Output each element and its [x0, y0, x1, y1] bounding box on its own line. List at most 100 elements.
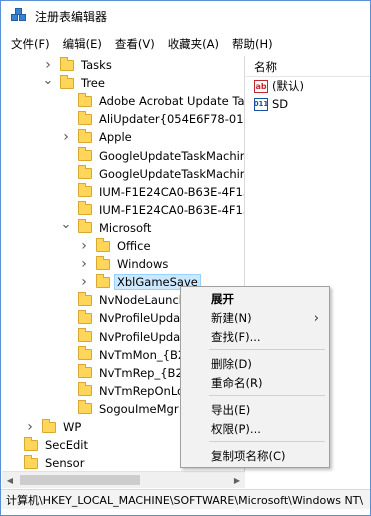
context-menu-item-label: 删除(D) — [211, 357, 252, 371]
context-menu-item[interactable]: 查找(F)... — [181, 328, 329, 346]
chevron-right-icon[interactable]: › — [60, 129, 72, 145]
tree-node[interactable]: NvProfileUpdater — [60, 328, 199, 346]
chevron-down-icon[interactable]: ⌄ — [60, 217, 72, 232]
context-menu-item-label: 展开 — [211, 292, 234, 306]
chevron-right-icon[interactable]: › — [24, 419, 36, 435]
registry-editor-icon — [11, 8, 27, 24]
folder-icon — [78, 110, 92, 125]
status-bar: 计算机\HKEY_LOCAL_MACHINE\SOFTWARE\Microsof… — [1, 489, 370, 509]
tree-node[interactable]: › Tasks — [42, 56, 114, 74]
context-menu-item-label: 查找(F)... — [211, 330, 261, 344]
context-menu: 展开新建(N) › 查找(F)... 删除(D) 重命名(R) 导出(E) 权限(P)...… — [180, 286, 330, 468]
tree-node[interactable]: ⌄ Tree — [42, 73, 107, 92]
folder-icon — [60, 56, 74, 71]
menu-help[interactable]: 帮助(H) — [232, 36, 273, 52]
context-menu-item[interactable]: 权限(P)... — [181, 420, 329, 438]
folder-icon — [78, 128, 92, 143]
menu-view[interactable]: 查看(V) — [115, 36, 155, 52]
folder-icon — [42, 418, 56, 433]
chevron-right-icon[interactable]: › — [78, 274, 90, 290]
tree-node[interactable]: › Office — [78, 237, 153, 255]
tree-node-label: WP — [63, 420, 82, 434]
value-name: SD — [272, 97, 289, 111]
title-bar: 注册表编辑器 — [1, 1, 370, 31]
folder-icon — [96, 273, 110, 288]
tree-node[interactable]: › Windows — [78, 255, 170, 273]
binary-value-icon: 011 — [254, 97, 268, 111]
context-menu-item[interactable]: 导出(E) — [181, 401, 329, 419]
context-menu-item[interactable]: 删除(D) — [181, 355, 329, 373]
tree-node[interactable]: SecEdit — [6, 436, 90, 454]
scroll-left-icon[interactable]: ◀ — [2, 472, 18, 488]
tree-node[interactable]: Adobe Acrobat Update Ta — [60, 92, 245, 110]
context-menu-item[interactable]: 复制项名称(C) — [181, 447, 329, 465]
folder-icon — [78, 147, 92, 161]
menu-edit[interactable]: 编辑(E) — [63, 36, 102, 52]
tree-node[interactable]: Sensor — [6, 454, 86, 472]
tree-node[interactable]: SogouImeMgr — [60, 400, 181, 418]
tree-node-label: Windows — [117, 257, 169, 272]
tree-node[interactable]: NvProfileUpdater — [60, 309, 199, 327]
chevron-down-icon[interactable]: ⌄ — [42, 73, 54, 88]
string-value-icon: ab — [254, 79, 268, 93]
tree-node[interactable]: IUM-F1E24CA0-B63E-4F13 — [60, 201, 245, 219]
folder-icon — [78, 165, 92, 180]
chevron-right-icon[interactable]: › — [78, 256, 90, 272]
tree-node-label: Microsoft — [99, 220, 152, 235]
menu-separator — [209, 349, 325, 350]
tree-node[interactable]: ⌄ Microsoft — [60, 217, 153, 237]
tree-node-label: Tree — [81, 76, 105, 91]
context-menu-item[interactable]: 重命名(R) — [181, 374, 329, 392]
value-row[interactable]: ab (默认) — [254, 78, 304, 94]
tree-node[interactable]: GoogleUpdateTaskMachin — [60, 165, 244, 183]
tree-node[interactable]: AliUpdater{054E6F78-011C — [60, 110, 245, 128]
tree-node-label: IUM-F1E24CA0-B63E-4F13 — [99, 202, 245, 217]
folder-icon — [78, 346, 92, 361]
context-menu-item-label: 复制项名称(C) — [211, 449, 286, 463]
tree-node[interactable]: NvNodeLauncher — [60, 291, 200, 309]
context-menu-item[interactable]: 新建(N) › — [181, 309, 329, 327]
tree-node-label: Adobe Acrobat Update Ta — [99, 94, 245, 109]
tree-node-label: SecEdit — [45, 438, 88, 453]
folder-icon — [78, 183, 92, 198]
tree-node[interactable]: › WP — [24, 418, 83, 436]
tree-node[interactable]: GoogleUpdateTaskMachin — [60, 147, 245, 165]
menu-favorites[interactable]: 收藏夹(A) — [168, 36, 219, 52]
value-name: (默认) — [272, 79, 304, 93]
context-menu-item[interactable]: 展开 — [181, 290, 329, 308]
menu-file[interactable]: 文件(F) — [11, 36, 50, 52]
folder-icon — [60, 74, 74, 89]
tree-node[interactable]: IUM-F1E24CA0-B63E-4F13 — [60, 183, 244, 201]
tree-horizontal-scrollbar[interactable]: ◀ ▶ — [2, 471, 245, 488]
folder-icon — [78, 291, 92, 306]
chevron-right-icon[interactable]: › — [42, 57, 54, 73]
tree-node-label: AliUpdater{054E6F78-011C — [99, 112, 245, 127]
context-menu-item-label: 新建(N) — [211, 311, 252, 325]
tree-node[interactable]: › Apple — [60, 128, 134, 146]
folder-icon — [78, 219, 92, 234]
value-row[interactable]: 011 SD — [254, 96, 288, 112]
folder-icon — [96, 255, 110, 270]
scroll-right-icon[interactable]: ▶ — [229, 472, 245, 488]
column-header-name[interactable]: 名称 — [254, 59, 277, 75]
menu-separator — [209, 441, 325, 442]
folder-icon — [78, 382, 92, 397]
folder-icon — [78, 309, 92, 324]
menu-bar: 文件(F) 编辑(E) 查看(V) 收藏夹(A) 帮助(H) — [1, 34, 370, 54]
scrollbar-thumb[interactable] — [20, 475, 140, 485]
context-menu-item-label: 权限(P)... — [211, 422, 261, 436]
tree-node-label: GoogleUpdateTaskMachin — [99, 148, 245, 163]
window-title: 注册表编辑器 — [35, 9, 108, 24]
chevron-right-icon[interactable]: › — [78, 238, 90, 254]
